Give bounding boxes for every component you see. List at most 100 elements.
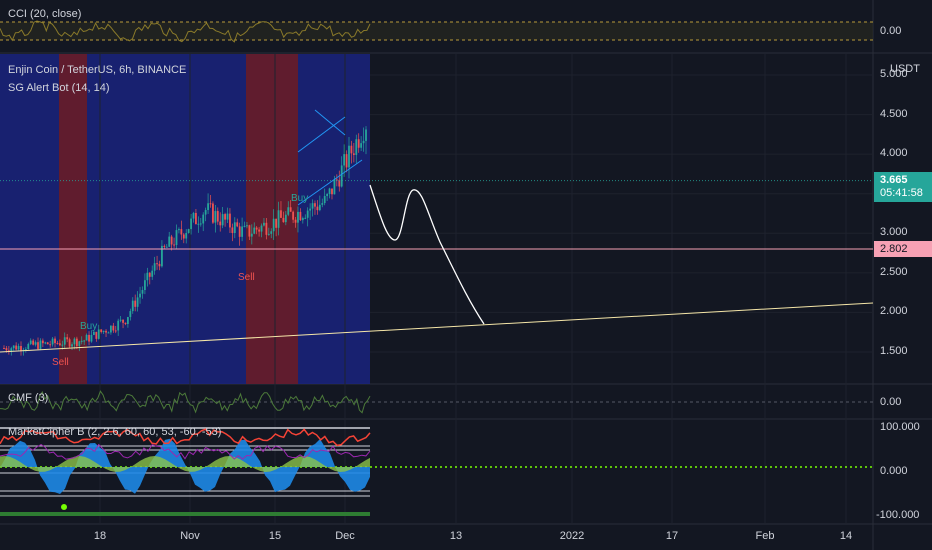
time-axis-label: Dec bbox=[335, 530, 355, 542]
candle-body bbox=[24, 348, 27, 350]
signal-label: Buy bbox=[80, 321, 97, 332]
candle-body bbox=[299, 211, 302, 221]
candle-body bbox=[66, 337, 69, 340]
last-price: 3.665 bbox=[880, 174, 908, 186]
candle-body bbox=[357, 139, 360, 148]
candle-body bbox=[129, 311, 132, 318]
signal-label: Sell bbox=[238, 272, 255, 283]
candle-body bbox=[270, 231, 273, 234]
candle-body bbox=[272, 218, 275, 232]
candle-body bbox=[267, 233, 270, 235]
candle-body bbox=[316, 206, 319, 211]
candle-body bbox=[229, 213, 231, 228]
bar-countdown: 05:41:58 bbox=[880, 187, 923, 199]
last-price-tag: 3.665 05:41:58 bbox=[874, 172, 932, 202]
candle-body bbox=[32, 340, 35, 345]
candle-body bbox=[190, 218, 192, 230]
candle-body bbox=[314, 203, 316, 207]
candle-body bbox=[107, 332, 110, 334]
candle-body bbox=[168, 236, 171, 247]
candle-body bbox=[163, 245, 166, 247]
candle-body bbox=[83, 340, 86, 342]
time-axis-label: 2022 bbox=[559, 530, 585, 542]
candle-body bbox=[204, 210, 207, 215]
candle-body bbox=[265, 222, 268, 235]
price-axis-label: 2.500 bbox=[880, 265, 908, 278]
candle-body bbox=[68, 339, 71, 347]
candle-body bbox=[246, 225, 248, 227]
candle-body bbox=[248, 225, 251, 237]
candle-body bbox=[139, 293, 141, 298]
candle-body bbox=[117, 320, 120, 331]
candle-body bbox=[323, 196, 326, 204]
cci-title: CCI (20, close) bbox=[8, 8, 82, 20]
price-axis-label: 4.000 bbox=[880, 147, 908, 160]
candle-body bbox=[158, 263, 161, 267]
chart-canvas[interactable]: Buy Sell Buy Sell bbox=[0, 0, 932, 550]
cmf-axis-label: 0.00 bbox=[880, 396, 902, 408]
candle-body bbox=[233, 222, 236, 234]
candle-body bbox=[333, 179, 336, 195]
time-axis-label: 13 bbox=[449, 530, 463, 542]
candle-body bbox=[328, 188, 331, 195]
candle-body bbox=[348, 145, 350, 168]
level-price-tag: 2.802 bbox=[874, 241, 932, 257]
candle-body bbox=[219, 221, 222, 226]
time-axis-label: 17 bbox=[665, 530, 679, 542]
candle-body bbox=[292, 211, 295, 220]
symbol-title[interactable]: Enjin Coin / TetherUS, 6h, BINANCE bbox=[8, 64, 186, 76]
mcb-axis-label: 0.000 bbox=[880, 465, 908, 477]
candle-body bbox=[88, 334, 90, 342]
candle-body bbox=[309, 208, 312, 211]
candle-body bbox=[214, 211, 217, 223]
candle-body bbox=[153, 263, 156, 271]
candle-body bbox=[122, 319, 124, 323]
candle-body bbox=[345, 154, 348, 168]
candle-body bbox=[175, 230, 178, 246]
cmf-title[interactable]: CMF (3) bbox=[8, 392, 48, 404]
candle-body bbox=[243, 225, 246, 227]
candle-body bbox=[102, 330, 105, 332]
candle-body bbox=[100, 329, 103, 332]
cci-pane bbox=[0, 20, 873, 43]
candle-body bbox=[146, 272, 149, 281]
price-axis-label: 3.000 bbox=[880, 226, 908, 239]
candle-body bbox=[195, 212, 197, 225]
candle-body bbox=[182, 234, 185, 239]
candle-body bbox=[294, 219, 297, 223]
signal-label: Buy bbox=[291, 193, 308, 204]
candle-body bbox=[80, 340, 83, 342]
red-zone bbox=[246, 54, 298, 384]
candle-body bbox=[287, 207, 290, 215]
mcb-trend-bar bbox=[0, 512, 370, 516]
cci-axis-label: 0.00 bbox=[880, 25, 902, 37]
candle-body bbox=[275, 218, 278, 228]
candle-body bbox=[255, 227, 258, 230]
candle-body bbox=[202, 214, 205, 224]
candle-body bbox=[95, 331, 98, 339]
candle-body bbox=[105, 330, 107, 333]
candle-body bbox=[127, 317, 129, 324]
mcb-title[interactable]: MarketCipher B (2, 2.6, 60, 60, 53, -60,… bbox=[8, 426, 221, 438]
candle-body bbox=[236, 222, 239, 227]
candle-body bbox=[331, 188, 333, 195]
candle-body bbox=[343, 154, 346, 166]
indicator-title[interactable]: SG Alert Bot (14, 14) bbox=[8, 82, 110, 94]
candle-body bbox=[119, 319, 122, 321]
candle-body bbox=[301, 218, 304, 221]
candle-body bbox=[180, 229, 183, 235]
candle-body bbox=[58, 343, 61, 346]
candle-body bbox=[360, 143, 363, 148]
mcb-buy-dot bbox=[61, 504, 67, 510]
candle-body bbox=[15, 345, 18, 350]
candle-body bbox=[5, 348, 8, 351]
candle-body bbox=[284, 214, 287, 223]
candle-body bbox=[61, 344, 64, 346]
candle-body bbox=[170, 236, 173, 245]
candle-body bbox=[49, 344, 52, 346]
candle-body bbox=[134, 300, 137, 307]
candle-body bbox=[39, 340, 42, 349]
candle-body bbox=[44, 342, 47, 344]
price-axis-label: 2.000 bbox=[880, 305, 908, 318]
candle-body bbox=[73, 338, 76, 345]
